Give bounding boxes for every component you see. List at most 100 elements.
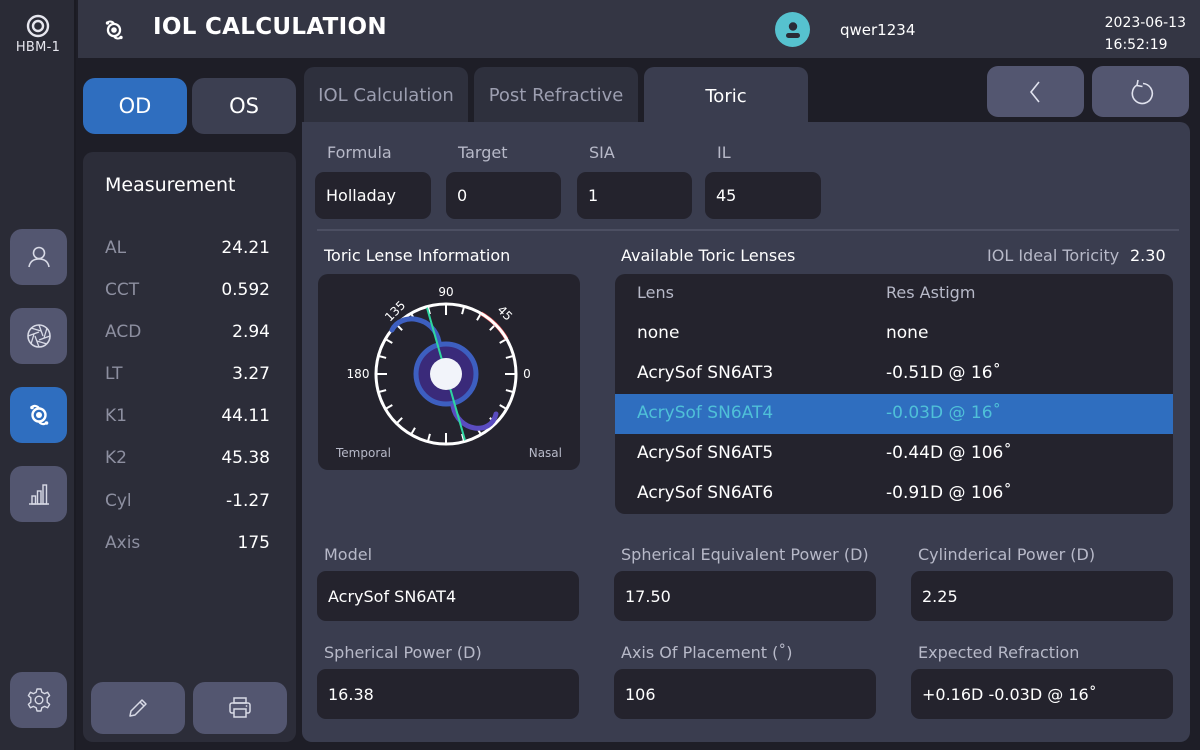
ideal-toricity-value: 2.30	[1130, 246, 1166, 265]
chevron-left-icon	[1029, 81, 1040, 102]
measurement-row: AL 24.21	[105, 238, 270, 260]
formula-label: Formula	[327, 143, 392, 162]
axis-placement-label: Axis Of Placement (˚)	[621, 643, 793, 662]
il-label: IL	[717, 143, 731, 162]
iol-lens-icon	[29, 404, 48, 426]
sph-power-label: Spherical Power (D)	[324, 643, 482, 662]
measurement-key: LT	[105, 364, 123, 384]
expected-refraction-label: Expected Refraction	[918, 643, 1080, 662]
res-astigm: -0.51D @ 16˚	[886, 363, 1002, 383]
settings-button[interactable]	[10, 672, 67, 728]
dial-label-180: 180	[347, 367, 370, 381]
top-bar: IOL CALCULATION qwer1234 2023-06-13 16:5…	[78, 0, 1200, 58]
cyl-power-field[interactable]: 2.25	[911, 571, 1173, 621]
res-astigm: -0.03D @ 16˚	[886, 403, 1002, 423]
date: 2023-06-13	[1104, 15, 1186, 31]
measurement-heading: Measurement	[105, 174, 236, 196]
lens-haptic	[450, 403, 499, 431]
rail-aperture-button[interactable]	[10, 308, 67, 364]
measurement-row: CCT 0.592	[105, 280, 270, 302]
lens-name: AcrySof SN6AT4	[637, 403, 774, 423]
gear-icon	[27, 688, 50, 712]
user-avatar-icon	[785, 21, 800, 38]
il-input[interactable]: 45	[705, 172, 821, 219]
left-rail: HBM-1	[0, 0, 76, 750]
measurement-key: Cyl	[105, 491, 132, 511]
reset-button[interactable]	[1092, 66, 1189, 117]
measurement-value: 24.21	[221, 238, 270, 258]
measurement-value: 3.27	[232, 364, 270, 384]
lens-name: AcrySof SN6AT6	[637, 483, 774, 503]
measurement-row: ACD 2.94	[105, 322, 270, 344]
measurement-value: 175	[237, 533, 270, 553]
dial-label-90: 90	[438, 285, 453, 299]
measurement-row: K1 44.11	[105, 406, 270, 428]
time: 16:52:19	[1104, 37, 1168, 53]
rail-patient-button[interactable]	[10, 229, 67, 285]
measurement-value: 2.94	[232, 322, 270, 342]
od-button[interactable]: OD	[83, 78, 187, 134]
expected-refraction-field[interactable]: +0.16D -0.03D @ 16˚	[911, 669, 1173, 719]
sph-power-field[interactable]: 16.38	[317, 669, 579, 719]
page-title: IOL CALCULATION	[153, 14, 387, 40]
sia-input[interactable]: 1	[577, 172, 692, 219]
edit-button[interactable]	[91, 682, 185, 734]
username: qwer1234	[840, 21, 916, 39]
datetime: 2023-06-13 16:52:19	[1105, 12, 1186, 56]
measurement-key: Axis	[105, 533, 141, 553]
printer-icon	[229, 697, 251, 718]
measurement-row: Cyl -1.27	[105, 491, 270, 513]
lens-name: none	[637, 323, 680, 343]
cyl-power-label: Cylinderical Power (D)	[918, 545, 1096, 564]
tab-toric[interactable]: Toric	[644, 67, 808, 125]
se-power-field[interactable]: 17.50	[614, 571, 876, 621]
measurement-row: Axis 175	[105, 533, 270, 555]
target-input[interactable]: 0	[446, 172, 561, 219]
bar-chart-icon	[28, 484, 49, 505]
toric-info-heading: Toric Lense Information	[324, 246, 511, 265]
rail-iol-button[interactable]	[10, 387, 67, 443]
back-button[interactable]	[987, 66, 1084, 117]
divider	[317, 229, 1179, 231]
measurement-panel: Measurement AL 24.21 CCT 0.592 ACD 2.94 LT 3…	[83, 152, 296, 742]
lens-name: AcrySof SN6AT5	[637, 443, 774, 463]
temporal-label: Temporal	[335, 446, 391, 460]
dial-label-45: 45	[494, 303, 515, 324]
target-label: Target	[458, 143, 508, 162]
measurement-key: K1	[105, 406, 127, 426]
table-row[interactable]: none none	[615, 314, 1173, 354]
model-field[interactable]: AcrySof SN6AT4	[317, 571, 579, 621]
pencil-icon	[129, 699, 147, 717]
formula-select[interactable]: Holladay	[315, 172, 431, 219]
iol-lens-icon	[105, 20, 123, 40]
toric-lens-table: Lens Res Astigm none none AcrySof SN6AT3…	[615, 274, 1173, 514]
sia-label: SIA	[589, 143, 615, 162]
brand-name: HBM-1	[15, 40, 61, 55]
measurement-key: ACD	[105, 322, 142, 342]
patient-icon	[27, 246, 50, 268]
measurement-value: 44.11	[221, 406, 270, 426]
column-header-lens: Lens	[637, 283, 674, 302]
res-astigm: none	[886, 323, 929, 343]
os-button[interactable]: OS	[192, 78, 296, 134]
table-row[interactable]: AcrySof SN6AT6 -0.91D @ 106˚	[615, 474, 1173, 514]
axis-placement-field[interactable]: 106	[614, 669, 876, 719]
rail-report-button[interactable]	[10, 466, 67, 522]
brand: HBM-1	[0, 14, 76, 55]
table-row[interactable]: AcrySof SN6AT3 -0.51D @ 16˚	[615, 354, 1173, 394]
ideal-toricity-label: IOL Ideal Toricity	[987, 246, 1120, 265]
model-label: Model	[324, 545, 373, 564]
tab-iol-calculation[interactable]: IOL Calculation	[304, 67, 468, 123]
tab-post-refractive[interactable]: Post Refractive	[474, 67, 638, 123]
user-avatar[interactable]	[775, 12, 810, 47]
lens-center	[430, 358, 462, 390]
available-lenses-heading: Available Toric Lenses	[621, 246, 796, 265]
measurement-value: 0.592	[221, 280, 270, 300]
table-row-selected[interactable]: AcrySof SN6AT4 -0.03D @ 16˚	[615, 394, 1173, 434]
print-button[interactable]	[193, 682, 287, 734]
table-row[interactable]: AcrySof SN6AT5 -0.44D @ 106˚	[615, 434, 1173, 474]
toric-panel: Formula Target SIA IL Holladay 0 1 45 To…	[302, 122, 1190, 742]
measurement-key: CCT	[105, 280, 140, 300]
dial-label-0: 0	[523, 367, 531, 381]
aperture-icon	[26, 324, 51, 348]
